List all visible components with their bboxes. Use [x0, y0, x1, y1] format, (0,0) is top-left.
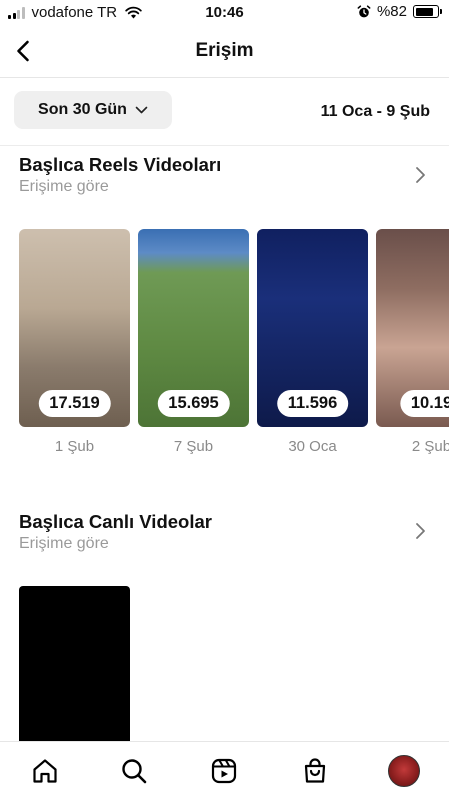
search-icon [122, 759, 147, 784]
reel-date: 30 Oca [288, 438, 337, 455]
reel-card[interactable]: 11.596 30 Oca [257, 229, 368, 455]
status-right: %82 [357, 3, 442, 20]
reel-reach-count: 10.19 [399, 390, 449, 417]
home-icon [33, 759, 57, 783]
profile-avatar [388, 755, 420, 787]
reel-date: 2 Şub [411, 438, 449, 455]
live-section-title: Başlıca Canlı Videolar [19, 511, 212, 532]
shop-icon [304, 758, 326, 783]
tab-home[interactable] [28, 754, 62, 788]
tab-reels[interactable] [207, 754, 241, 788]
filter-row: Son 30 Gün 11 Oca - 9 Şub [0, 78, 449, 146]
alarm-icon [357, 4, 371, 17]
tab-profile[interactable] [387, 754, 421, 788]
battery-icon [413, 5, 442, 18]
status-bar: vodafone TR 10:46 %82 [0, 0, 449, 26]
reels-section-subtitle: Erişime göre [19, 178, 109, 195]
reel-thumbnail: 11.596 [257, 229, 368, 427]
reels-icon [211, 758, 237, 784]
reel-thumbnail: 10.19 [376, 229, 449, 427]
reel-reach-count: 17.519 [38, 390, 111, 417]
battery-fill [415, 7, 433, 16]
reel-thumbnail: 15.695 [138, 229, 249, 427]
reel-thumbnail: 17.519 [19, 229, 130, 427]
chevron-down-icon [135, 106, 148, 114]
live-section-subtitle: Erişime göre [19, 535, 109, 552]
tab-search[interactable] [117, 754, 151, 788]
reels-carousel[interactable]: 17.519 1 Şub 15.695 7 Şub 11.596 30 Oca … [0, 229, 449, 469]
tab-shop[interactable] [298, 754, 332, 788]
reel-date: 1 Şub [54, 438, 95, 455]
reels-see-all-button[interactable] [411, 164, 429, 186]
battery-percent: %82 [376, 3, 407, 20]
live-see-all-button[interactable] [411, 520, 429, 542]
date-range: 11 Oca - 9 Şub [320, 103, 430, 120]
reel-card[interactable]: 10.19 2 Şub [376, 229, 449, 455]
reels-section-title: Başlıca Reels Videoları [19, 154, 222, 175]
reel-reach-count: 11.596 [276, 390, 349, 417]
period-dropdown[interactable]: Son 30 Gün [14, 91, 172, 129]
back-button[interactable] [6, 34, 40, 68]
period-label: Son 30 Gün [38, 101, 127, 118]
live-video-thumbnail[interactable] [19, 586, 130, 746]
reel-card[interactable]: 17.519 1 Şub [19, 229, 130, 455]
tab-bar [0, 741, 449, 800]
chevron-left-icon [17, 40, 29, 62]
reel-date: 7 Şub [173, 438, 214, 455]
nav-header: Erişim [0, 26, 449, 78]
page-title: Erişim [195, 40, 254, 61]
chevron-right-icon [415, 167, 425, 183]
reel-card[interactable]: 15.695 7 Şub [138, 229, 249, 455]
reel-reach-count: 15.695 [157, 390, 230, 417]
chevron-right-icon [415, 523, 425, 539]
